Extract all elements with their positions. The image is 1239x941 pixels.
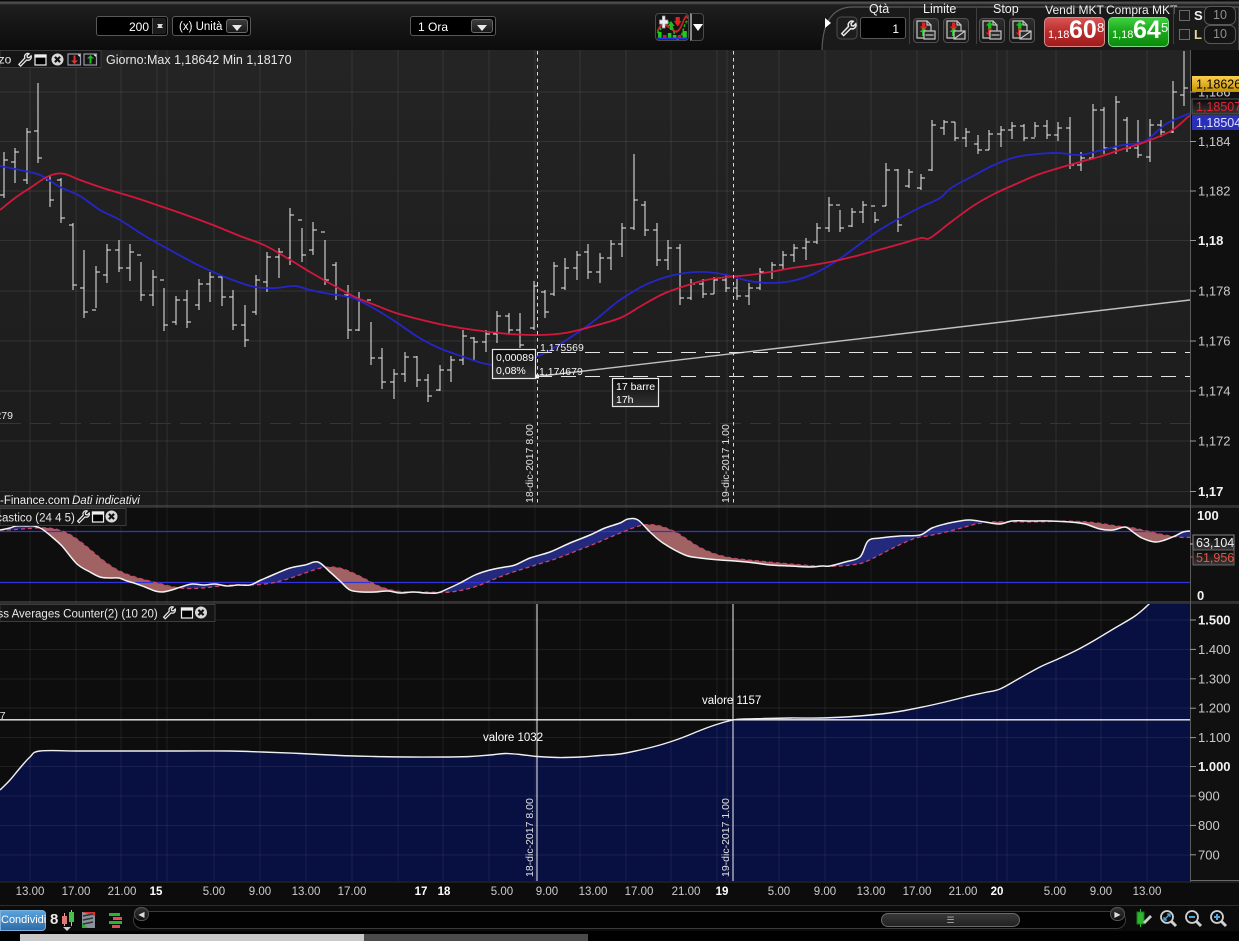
svg-text:5.00: 5.00 bbox=[1044, 886, 1066, 898]
svg-text:13.00: 13.00 bbox=[292, 886, 321, 898]
svg-text:1,184: 1,184 bbox=[1198, 134, 1231, 149]
svg-text:1.000: 1.000 bbox=[1198, 759, 1231, 774]
svg-text:5.00: 5.00 bbox=[203, 886, 225, 898]
svg-text:9.00: 9.00 bbox=[814, 886, 836, 898]
svg-text:20: 20 bbox=[991, 886, 1004, 898]
svg-text:17.00: 17.00 bbox=[625, 886, 654, 898]
svg-text:9.00: 9.00 bbox=[536, 886, 558, 898]
svg-text:17h: 17h bbox=[616, 394, 634, 406]
svg-text:1,18: 1,18 bbox=[1198, 233, 1223, 248]
svg-text:13.00: 13.00 bbox=[1133, 886, 1162, 898]
svg-text:Stocastico (24 4 5): Stocastico (24 4 5) bbox=[0, 513, 75, 525]
svg-text:1,174679: 1,174679 bbox=[539, 366, 583, 378]
svg-text:1,17: 1,17 bbox=[1198, 484, 1223, 499]
svg-text:0,00089: 0,00089 bbox=[496, 352, 534, 364]
svg-text:1,18504: 1,18504 bbox=[1196, 116, 1239, 130]
svg-text:21.00: 21.00 bbox=[672, 886, 701, 898]
svg-text:1,17279: 1,17279 bbox=[0, 410, 13, 422]
svg-text:17.00: 17.00 bbox=[338, 886, 367, 898]
svg-text:1.500: 1.500 bbox=[1198, 613, 1231, 628]
svg-text:700: 700 bbox=[1198, 847, 1220, 862]
svg-text:valore 1032: valore 1032 bbox=[483, 732, 543, 744]
svg-text:13.00: 13.00 bbox=[579, 886, 608, 898]
svg-text:1,175569: 1,175569 bbox=[540, 342, 584, 354]
svg-text:19: 19 bbox=[716, 886, 729, 898]
svg-text:800: 800 bbox=[1198, 818, 1220, 833]
svg-text:13.00: 13.00 bbox=[857, 886, 886, 898]
svg-text:9.00: 9.00 bbox=[249, 886, 271, 898]
svg-text:0: 0 bbox=[1197, 588, 1204, 603]
svg-text:Prezzo: Prezzo bbox=[0, 53, 12, 67]
svg-text:21.00: 21.00 bbox=[949, 886, 978, 898]
svg-text:1.200: 1.200 bbox=[1198, 701, 1231, 716]
svg-text:9.00: 9.00 bbox=[1090, 886, 1112, 898]
svg-text:63,104: 63,104 bbox=[1196, 536, 1234, 550]
svg-text:1157: 1157 bbox=[0, 710, 6, 722]
svg-text:51,956: 51,956 bbox=[1196, 551, 1234, 565]
svg-text:1,176: 1,176 bbox=[1198, 334, 1231, 349]
svg-text:21.00: 21.00 bbox=[108, 886, 137, 898]
svg-text:1,172: 1,172 bbox=[1198, 434, 1231, 449]
svg-text:1,182: 1,182 bbox=[1198, 184, 1231, 199]
svg-text:valore 1157: valore 1157 bbox=[702, 695, 761, 707]
svg-text:1,174: 1,174 bbox=[1198, 384, 1231, 399]
svg-text:5.00: 5.00 bbox=[768, 886, 790, 898]
svg-text:1.300: 1.300 bbox=[1198, 671, 1231, 686]
svg-text:100: 100 bbox=[1197, 508, 1219, 523]
svg-text:17.00: 17.00 bbox=[903, 886, 932, 898]
svg-text:Cross Averages Counter(2) (10: Cross Averages Counter(2) (10 20) bbox=[0, 609, 158, 621]
svg-text:-Finance.com: -Finance.com bbox=[0, 495, 70, 507]
svg-text:Dati indicativi: Dati indicativi bbox=[72, 495, 140, 507]
svg-text:18-dic-2017 8.00: 18-dic-2017 8.00 bbox=[524, 798, 536, 877]
svg-text:17: 17 bbox=[415, 886, 428, 898]
svg-text:15: 15 bbox=[150, 886, 163, 898]
svg-text:1,178: 1,178 bbox=[1198, 284, 1231, 299]
svg-text:1.400: 1.400 bbox=[1198, 642, 1231, 657]
svg-text:17 barre: 17 barre bbox=[616, 381, 655, 393]
svg-text:900: 900 bbox=[1198, 789, 1220, 804]
svg-text:18: 18 bbox=[438, 886, 451, 898]
svg-text:1.100: 1.100 bbox=[1198, 730, 1231, 745]
svg-text:18-dic-2017 8.00: 18-dic-2017 8.00 bbox=[524, 424, 536, 503]
svg-text:Giorno:Max 1,18642 Min 1,18170: Giorno:Max 1,18642 Min 1,18170 bbox=[106, 53, 292, 67]
svg-text:13.00: 13.00 bbox=[16, 886, 45, 898]
svg-text:19-dic-2017 1.00: 19-dic-2017 1.00 bbox=[720, 424, 732, 503]
svg-text:8: 8 bbox=[50, 911, 58, 928]
svg-text:17.00: 17.00 bbox=[62, 886, 91, 898]
svg-text:1,18626: 1,18626 bbox=[1196, 78, 1239, 92]
svg-text:5.00: 5.00 bbox=[491, 886, 513, 898]
svg-text:19-dic-2017 1.00: 19-dic-2017 1.00 bbox=[720, 798, 732, 877]
svg-text:1,18507: 1,18507 bbox=[1196, 100, 1239, 114]
svg-text:0,08%: 0,08% bbox=[496, 365, 526, 377]
